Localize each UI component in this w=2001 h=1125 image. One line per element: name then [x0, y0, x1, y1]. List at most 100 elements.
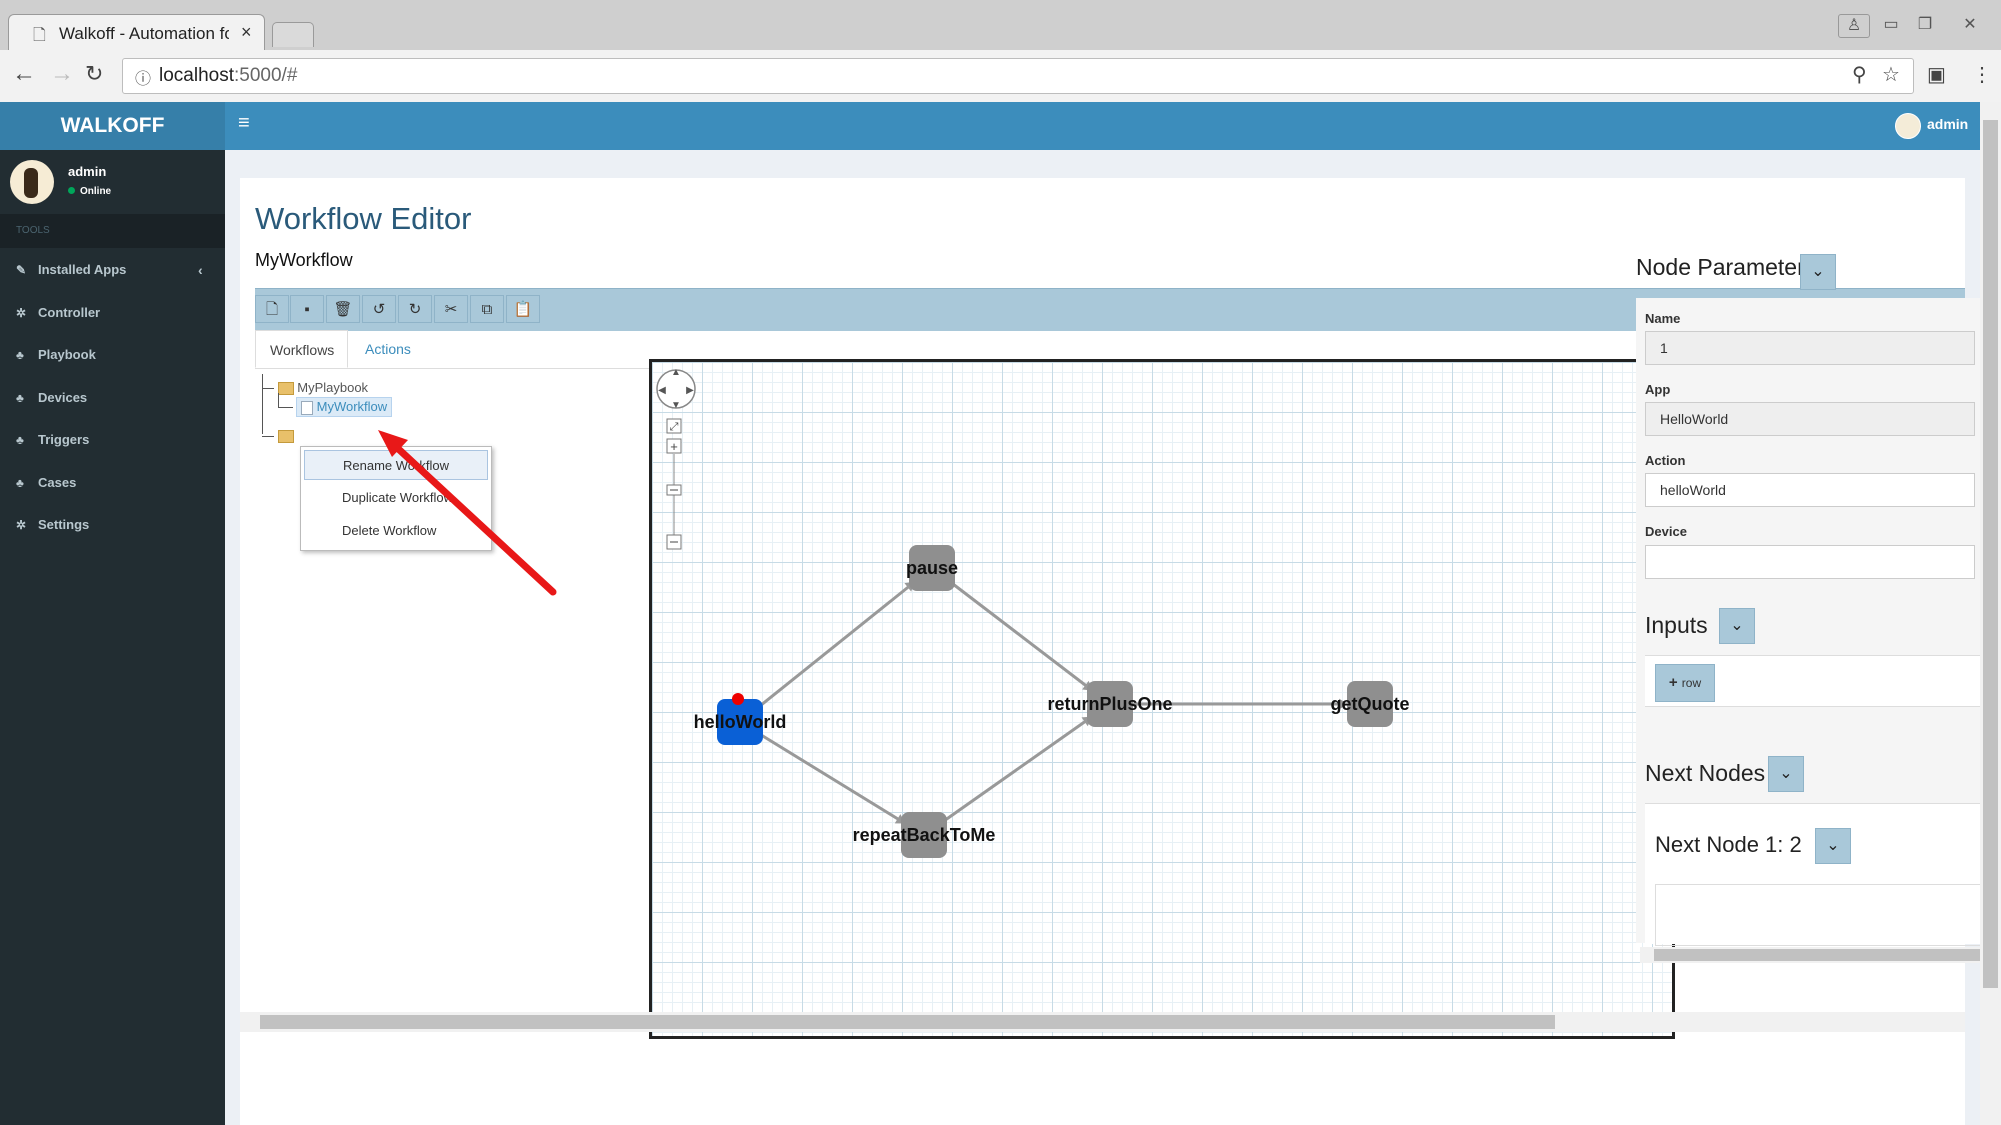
app-header: WALKOFF ≡ admin	[0, 102, 1980, 150]
sidebar-item-playbook[interactable]: ♣ Playbook	[0, 334, 225, 376]
horizontal-scrollbar-thumb[interactable]	[260, 1015, 1555, 1029]
graph-node-label: returnPlusOne	[1047, 694, 1172, 714]
sidebar-item-label: Cases	[38, 475, 77, 490]
params-scrollbar-thumb[interactable]	[1654, 949, 1980, 961]
graph-edge-repeatBackToMe-returnPlusOne[interactable]	[923, 702, 1111, 837]
hamburger-menu-icon[interactable]: ≡	[238, 112, 250, 135]
folder-icon	[277, 430, 294, 444]
plus-icon: +	[1668, 674, 1682, 691]
url-input[interactable]: ⓘ localhost:5000/#	[122, 58, 1914, 94]
menu-dots-icon[interactable]: ⋮	[1972, 62, 1992, 87]
node-parameters-title: Node Parameters	[1636, 254, 1817, 280]
vertical-scrollbar-thumb[interactable]	[1983, 120, 1998, 988]
graph-node-returnPlusOne[interactable]: returnPlusOne	[1047, 681, 1173, 727]
page-icon	[301, 400, 313, 415]
horizontal-scrollbar[interactable]	[240, 1012, 1965, 1032]
address-bar-row: ← → ↻ ⓘ localhost:5000/# ⚲ ☆ ▣ ⋮	[0, 50, 2001, 103]
gear-icon: ✲	[16, 306, 27, 320]
graph-edge-helloWorld-pause[interactable]	[739, 566, 933, 724]
header-username[interactable]: admin	[1927, 116, 1968, 132]
sitemap-icon: ♣	[16, 433, 24, 447]
graph-node-getQuote[interactable]: getQuote	[1331, 681, 1410, 727]
add-row-button[interactable]: + row	[1655, 664, 1715, 702]
user-avatar[interactable]	[1895, 113, 1921, 139]
url-path: :5000/#	[234, 65, 298, 86]
device-select[interactable]	[1645, 545, 1975, 579]
sidebar-item-settings[interactable]: ✲ Settings	[0, 504, 225, 546]
zoom-icon[interactable]: ⚲	[1852, 62, 1867, 87]
graph-node-label: getQuote	[1331, 694, 1410, 714]
sidebar-item-installed-apps[interactable]: ✎ Installed Apps ‹	[0, 249, 225, 291]
sidebar-item-devices[interactable]: ♣ Devices	[0, 377, 225, 419]
brand-logo[interactable]: WALKOFF	[0, 102, 225, 150]
app-label: App	[1645, 382, 1671, 397]
paste-icon[interactable]: 📋	[506, 295, 540, 323]
zoom-slider-handle[interactable]	[666, 484, 682, 496]
graph-node-repeatBackToMe[interactable]: repeatBackToMe	[853, 812, 996, 858]
next-nodes-box: Next Node 1: 2 ⌄	[1645, 803, 1982, 946]
workflow-canvas[interactable]: ▲ ▼ ◀ ▶ ⤢ + helloWorld pause repeatBackT…	[649, 359, 1675, 1039]
tab-close-icon[interactable]: ×	[241, 22, 252, 43]
back-icon[interactable]: ←	[12, 60, 36, 88]
svg-text:⤢: ⤢	[670, 421, 679, 433]
sitemap-icon: ♣	[16, 476, 24, 490]
undo-icon[interactable]: ↺	[362, 295, 396, 323]
name-field[interactable]: 1	[1645, 331, 1975, 365]
profile-icon[interactable]: ♙	[1838, 14, 1870, 38]
graph-edge-helloWorld-repeatBackToMe[interactable]	[739, 720, 925, 837]
zoom-in-icon[interactable]: +	[666, 438, 682, 454]
copy-icon[interactable]: ⧉	[470, 295, 504, 323]
new-file-icon[interactable]: 🗋	[255, 295, 289, 323]
start-node-marker-icon	[732, 693, 744, 705]
restore-icon[interactable]: ❐	[1910, 14, 1940, 36]
extension-icon[interactable]: ▣	[1927, 62, 1946, 87]
graph-node-label: repeatBackToMe	[853, 825, 996, 845]
workflow-graph[interactable]: ▲ ▼ ◀ ▶ ⤢ + helloWorldpauserepeatBackToM…	[652, 362, 1672, 1036]
forward-icon[interactable]: →	[50, 60, 74, 88]
collapse-parameters-button[interactable]: ⌄	[1800, 254, 1836, 290]
graph-node-label: pause	[906, 558, 958, 578]
sidebar-item-triggers[interactable]: ♣ Triggers	[0, 419, 225, 461]
pan-control[interactable]: ▲ ▼ ◀ ▶	[656, 367, 696, 411]
redo-icon[interactable]: ↻	[398, 295, 432, 323]
app-select[interactable]: HelloWorld	[1645, 402, 1975, 436]
delete-workflow-menu-item[interactable]: Delete Workflow	[304, 516, 488, 546]
cut-icon[interactable]: ✂	[434, 295, 468, 323]
trash-icon[interactable]: 🗑	[326, 295, 360, 323]
zoom-out-icon[interactable]	[666, 534, 682, 550]
graph-nodes[interactable]: helloWorld pause repeatBackToMe returnPlusO…	[694, 545, 1410, 858]
collapse-next-node-button[interactable]: ⌄	[1815, 828, 1851, 864]
node-parameters-box: Name 1 App HelloWorld Action helloWorld …	[1636, 298, 1982, 946]
graph-edge-pause-returnPlusOne[interactable]	[931, 566, 1111, 706]
duplicate-workflow-menu-item[interactable]: Duplicate Workflow	[304, 483, 488, 513]
vertical-scrollbar[interactable]	[1980, 102, 2001, 1125]
action-select[interactable]: helloWorld	[1645, 473, 1975, 507]
minimize-icon[interactable]: ▭	[1876, 14, 1906, 36]
new-tab-button[interactable]	[272, 22, 314, 47]
page-title: Workflow Editor	[255, 201, 472, 236]
tab-actions[interactable]: Actions	[351, 330, 425, 368]
reload-icon[interactable]: ↻	[85, 61, 103, 87]
tree-node-folder[interactable]	[262, 428, 294, 444]
tab-workflows[interactable]: Workflows	[255, 330, 348, 368]
save-icon[interactable]: ▪	[290, 295, 324, 323]
rename-workflow-menu-item[interactable]: Rename Workflow	[304, 450, 488, 480]
graph-node-helloWorld[interactable]: helloWorld	[694, 693, 787, 745]
collapse-next-nodes-button[interactable]: ⌄	[1768, 756, 1804, 792]
svg-text:◀: ◀	[658, 385, 666, 396]
close-window-icon[interactable]: ✕	[1955, 14, 1985, 36]
next-node-title: Next Node 1: 2	[1655, 832, 1802, 857]
collapse-inputs-button[interactable]: ⌄	[1719, 608, 1755, 644]
bookmark-star-icon[interactable]: ☆	[1882, 62, 1900, 87]
browser-tab[interactable]: 🗋 Walkoff - Automation for E ×	[8, 14, 265, 51]
sitemap-icon: ♣	[16, 391, 24, 405]
params-scrollbar[interactable]	[1640, 947, 1980, 963]
sidebar-item-controller[interactable]: ✲ Controller	[0, 292, 225, 334]
sidebar-item-cases[interactable]: ♣ Cases	[0, 462, 225, 504]
graph-node-pause[interactable]: pause	[906, 545, 958, 591]
tree-node-workflow[interactable]: MyWorkflow	[296, 397, 393, 417]
svg-text:▶: ▶	[686, 385, 694, 396]
workflow-name: MyWorkflow	[255, 250, 353, 270]
zoom-fit-icon[interactable]: ⤢	[666, 418, 682, 434]
playbook-label: MyPlaybook	[297, 380, 369, 395]
